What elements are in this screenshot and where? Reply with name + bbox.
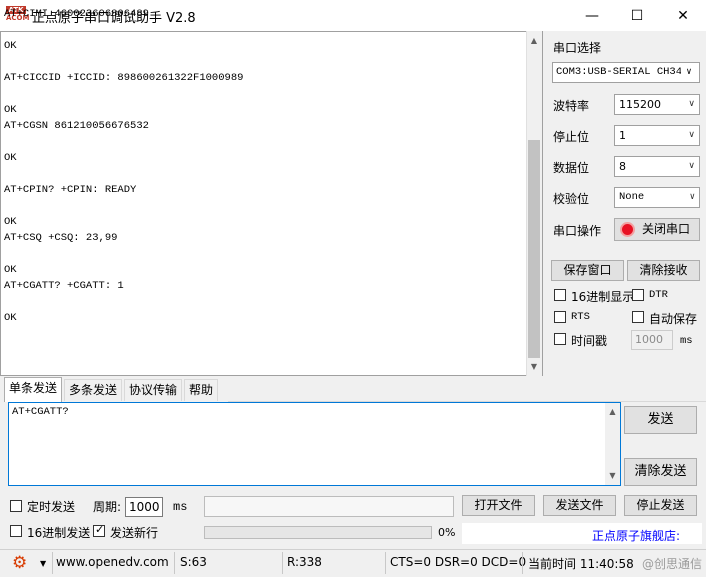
tab-multi-send[interactable]: 多条发送	[64, 379, 123, 401]
receive-line	[4, 294, 243, 310]
dtr-label: DTR	[649, 289, 668, 301]
receive-line	[4, 246, 243, 262]
hex-display-label: 16进制显示	[571, 290, 635, 304]
receive-line: OK	[4, 152, 17, 164]
rts-checkbox[interactable]	[554, 311, 566, 323]
receive-line: AT+CPIN? +CPIN: READY	[4, 184, 137, 196]
period-unit: ms	[173, 500, 188, 514]
clear-receive-button[interactable]: 清除接收	[627, 260, 700, 281]
timestamp-label: 时间戳	[571, 334, 608, 348]
parity-select[interactable]: None ∨	[614, 187, 700, 208]
send-file-button[interactable]: 发送文件	[543, 495, 616, 516]
dtr-checkbox[interactable]	[632, 289, 644, 301]
send-textarea[interactable]	[8, 402, 621, 486]
chevron-down-icon: ∨	[688, 161, 695, 171]
scroll-down-icon[interactable]: ▼	[605, 468, 620, 484]
receive-line: OK	[4, 312, 17, 324]
send-progress-bar	[204, 526, 432, 539]
status-divider	[385, 552, 386, 574]
stop-bits-select[interactable]: 1 ∨	[614, 125, 700, 146]
status-divider	[522, 552, 523, 574]
stop-send-button[interactable]: 停止发送	[624, 495, 697, 516]
receive-line: AT+CICCID +ICCID: 898600261322F1000989	[4, 72, 244, 84]
maximize-button[interactable]: ☐	[614, 0, 660, 31]
timestamp-input[interactable]: 1000	[631, 330, 673, 350]
receive-line	[4, 22, 243, 38]
parity-label: 校验位	[553, 192, 590, 206]
period-input[interactable]: 1000	[125, 497, 163, 517]
rts-label: RTS	[571, 311, 590, 323]
receive-line: AT+CGSN 861210056676532	[4, 120, 149, 132]
receive-line: OK	[4, 104, 17, 116]
receive-line: AT+CIMI 460023606806489	[4, 8, 149, 20]
port-label: 串口选择	[553, 41, 602, 55]
baud-label: 波特率	[553, 99, 590, 113]
receive-line: OK	[4, 264, 17, 276]
auto-save-checkbox[interactable]	[632, 311, 644, 323]
timed-send-label: 定时发送	[27, 500, 76, 514]
timed-send-checkbox[interactable]	[10, 500, 22, 512]
sent-count: S:63	[180, 555, 207, 569]
gear-icon[interactable]: ⚙	[12, 554, 27, 572]
data-bits-label: 数据位	[553, 161, 590, 175]
send-button[interactable]: 发送	[624, 406, 697, 434]
hex-send-label: 16进制发送	[27, 526, 91, 540]
current-time: 当前时间 11:40:58	[528, 557, 634, 571]
tab-single-send[interactable]: 单条发送	[4, 377, 63, 402]
receive-line: OK	[4, 40, 17, 52]
receive-line	[4, 198, 243, 214]
auto-save-label: 自动保存	[649, 312, 698, 326]
chevron-down-icon: ∨	[681, 63, 697, 82]
scroll-down-icon[interactable]: ▼	[526, 359, 542, 375]
watermark: @创思通信	[642, 557, 703, 571]
period-label: 周期:	[93, 500, 122, 514]
line-status: CTS=0 DSR=0 DCD=0	[390, 555, 527, 569]
timestamp-checkbox[interactable]	[554, 333, 566, 345]
receive-line	[4, 54, 243, 70]
newline-checkbox[interactable]	[93, 523, 105, 537]
save-window-button[interactable]: 保存窗口	[551, 260, 624, 281]
ad-link[interactable]: 正点原子旗舰店:	[592, 527, 680, 544]
hex-display-checkbox[interactable]	[554, 289, 566, 301]
website-link[interactable]: www.openedv.com	[56, 555, 169, 569]
receive-line	[4, 86, 243, 102]
record-icon	[620, 222, 635, 237]
close-button[interactable]: ✕	[660, 0, 706, 31]
chevron-down-icon[interactable]: ▼	[40, 559, 46, 568]
receive-scroll-thumb[interactable]	[528, 140, 540, 358]
status-divider	[282, 552, 283, 574]
port-op-label: 串口操作	[553, 224, 602, 238]
tab-protocol[interactable]: 协议传输	[124, 379, 183, 401]
receive-line: OK	[4, 216, 17, 228]
receive-line	[4, 166, 243, 182]
newline-label: 发送新行	[110, 526, 159, 540]
status-divider	[174, 552, 175, 574]
baud-select[interactable]: 115200 ∨	[614, 94, 700, 115]
data-bits-select[interactable]: 8 ∨	[614, 156, 700, 177]
close-port-button[interactable]: 关闭串口	[614, 218, 700, 241]
file-path-field[interactable]	[204, 496, 454, 517]
tab-help[interactable]: 帮助	[184, 379, 219, 401]
hex-send-checkbox[interactable]	[10, 525, 22, 537]
receive-line	[4, 134, 243, 150]
scroll-up-icon[interactable]: ▲	[605, 404, 620, 420]
stop-bits-label: 停止位	[553, 130, 590, 144]
send-text: AT+CGATT?	[12, 406, 69, 418]
received-count: R:338	[287, 555, 322, 569]
scroll-up-icon[interactable]: ▲	[526, 33, 542, 49]
receive-text: AT+CIMI 460023606806489 OK AT+CICCID +IC…	[4, 6, 243, 326]
status-divider	[52, 552, 53, 574]
chevron-down-icon: ∨	[688, 130, 695, 140]
open-file-button[interactable]: 打开文件	[462, 495, 535, 516]
port-select[interactable]: COM3:USB-SERIAL CH340 ∨	[552, 62, 700, 83]
chevron-down-icon: ∨	[689, 192, 695, 202]
receive-line: AT+CGATT? +CGATT: 1	[4, 280, 124, 292]
receive-line: AT+CSQ +CSQ: 23,99	[4, 232, 118, 244]
clear-send-button[interactable]: 清除发送	[624, 458, 697, 486]
progress-percent: 0%	[438, 526, 456, 539]
minimize-button[interactable]: —	[569, 0, 615, 31]
timestamp-unit: ms	[680, 335, 693, 347]
chevron-down-icon: ∨	[688, 99, 695, 109]
